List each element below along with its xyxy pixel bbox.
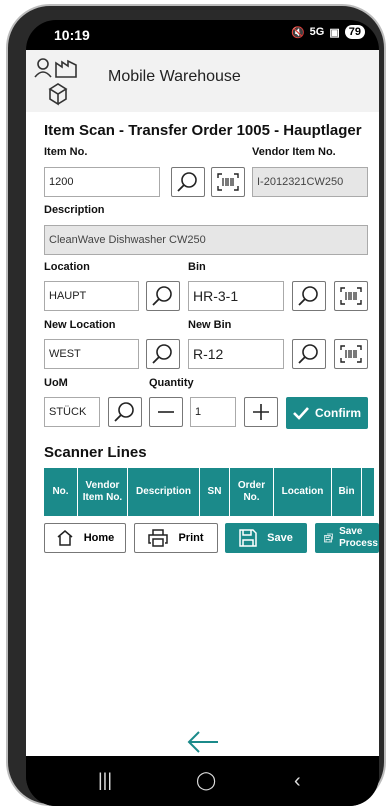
new-bin-label: New Bin (188, 319, 232, 331)
search-icon (298, 286, 318, 306)
app-content: Mobile Warehouse Item Scan - Transfer Or… (26, 50, 379, 756)
uom-label: UoM (44, 377, 68, 389)
printer-icon (148, 529, 169, 547)
new-bin-field[interactable]: R-12 (188, 339, 284, 369)
uom-field[interactable]: STÜCK (44, 397, 100, 427)
vendor-item-no-field[interactable]: I-2012321CW250 (252, 167, 368, 197)
location-label: Location (44, 261, 90, 273)
signal-type: 5G (309, 26, 325, 38)
barcode-scan-icon (340, 287, 362, 305)
status-bar: 10:19 🔇 5G ▣ 79 (26, 20, 379, 50)
app-header: Mobile Warehouse (26, 50, 379, 112)
column-header-bin[interactable]: Bin (332, 468, 362, 516)
new-bin-search-button[interactable] (292, 339, 326, 369)
column-header-overflow (362, 468, 374, 516)
print-button[interactable]: Print (134, 523, 218, 553)
scanner-lines-header: No. Vendor Item No. Description SN Order… (44, 468, 374, 516)
bin-search-button[interactable] (292, 281, 326, 311)
barcode-scan-icon (340, 345, 362, 363)
screen: 10:19 🔇 5G ▣ 79 Mobile Warehouse Item Sc… (26, 20, 379, 806)
bin-label: Bin (188, 261, 206, 273)
bin-field[interactable]: HR-3-1 (188, 281, 284, 311)
column-header-sn[interactable]: SN (200, 468, 230, 516)
search-icon (177, 172, 197, 192)
new-location-field[interactable]: WEST (44, 339, 139, 369)
search-icon (114, 402, 134, 422)
description-label: Description (44, 204, 105, 216)
column-header-no[interactable]: No. (44, 468, 78, 516)
quantity-label: Quantity (149, 377, 194, 389)
scanner-lines-title: Scanner Lines (44, 444, 147, 461)
quantity-increase-button[interactable] (244, 397, 278, 427)
column-header-order-no[interactable]: Order No. (230, 468, 274, 516)
android-nav-bar: ||| ◯ ‹ (26, 756, 379, 806)
item-no-scan-button[interactable] (211, 167, 245, 197)
new-location-label: New Location (44, 319, 116, 331)
page-title: Item Scan - Transfer Order 1005 - Hauptl… (44, 122, 362, 139)
quantity-field[interactable]: 1 (190, 397, 236, 427)
app-title: Mobile Warehouse (108, 68, 241, 85)
location-field[interactable]: HAUPT (44, 281, 139, 311)
status-icons: 🔇 5G ▣ 79 (291, 25, 365, 39)
vendor-item-no-label: Vendor Item No. (252, 146, 336, 158)
signal-icon: ▣ (329, 26, 340, 39)
save-process-button[interactable]: Save Process (315, 523, 379, 553)
search-icon (152, 344, 172, 364)
confirm-button[interactable]: Confirm (286, 397, 368, 429)
save-process-label: Save Process (339, 526, 378, 549)
back-arrow-icon[interactable] (186, 730, 220, 754)
search-icon (298, 344, 318, 364)
description-field[interactable]: CleanWave Dishwasher CW250 (44, 225, 368, 255)
plus-icon (253, 404, 269, 420)
home-button[interactable]: Home (44, 523, 126, 553)
floppy-disk-icon (239, 529, 257, 547)
home-icon (57, 530, 73, 546)
checkmark-icon (293, 407, 309, 420)
barcode-scan-icon (217, 173, 239, 191)
battery-level: 79 (344, 25, 365, 39)
quantity-decrease-button[interactable] (149, 397, 183, 427)
home-nav-icon[interactable]: ◯ (196, 770, 216, 791)
home-label: Home (83, 532, 115, 544)
phone-frame: 10:19 🔇 5G ▣ 79 Mobile Warehouse Item Sc… (6, 4, 386, 806)
confirm-label: Confirm (315, 406, 361, 420)
print-label: Print (178, 532, 204, 544)
save-label: Save (267, 532, 293, 544)
uom-search-button[interactable] (108, 397, 142, 427)
location-search-button[interactable] (146, 281, 180, 311)
column-header-location[interactable]: Location (274, 468, 332, 516)
bin-scan-button[interactable] (334, 281, 368, 311)
column-header-description[interactable]: Description (128, 468, 200, 516)
new-location-search-button[interactable] (146, 339, 180, 369)
save-process-icon (324, 533, 333, 543)
search-icon (152, 286, 172, 306)
recent-apps-icon[interactable]: ||| (98, 770, 112, 791)
item-no-label: Item No. (44, 146, 88, 158)
mute-icon: 🔇 (290, 26, 305, 39)
status-time: 10:19 (54, 27, 90, 43)
minus-icon (158, 411, 174, 413)
new-bin-scan-button[interactable] (334, 339, 368, 369)
column-header-vendor-item-no[interactable]: Vendor Item No. (78, 468, 128, 516)
item-no-search-button[interactable] (171, 167, 205, 197)
back-nav-icon[interactable]: ‹ (294, 770, 301, 793)
save-button[interactable]: Save (225, 523, 307, 553)
warehouse-logo-icon (34, 58, 77, 106)
item-no-field[interactable]: 1200 (44, 167, 160, 197)
